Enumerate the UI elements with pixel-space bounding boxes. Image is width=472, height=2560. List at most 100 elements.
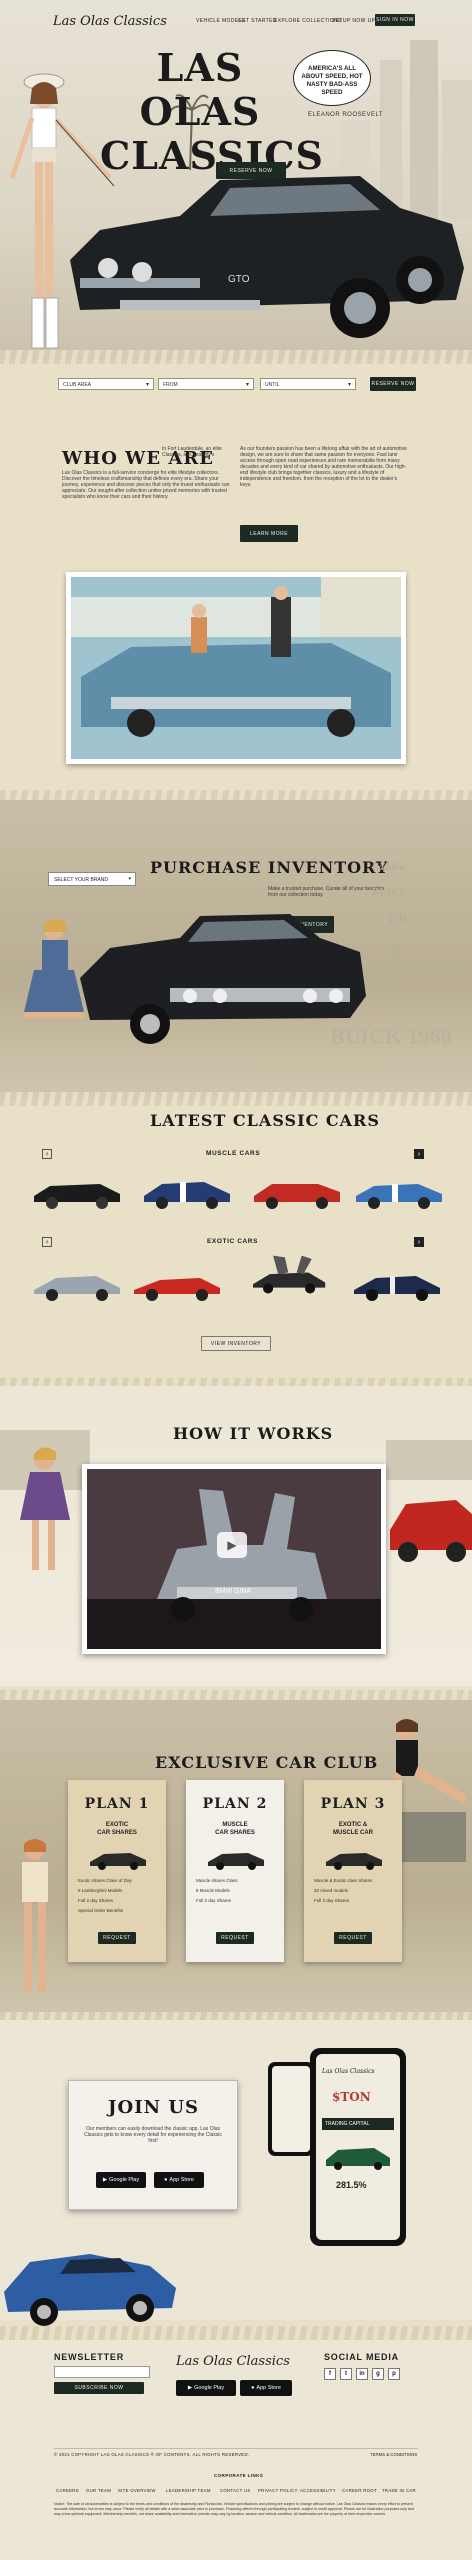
car-thumb-black-muscle[interactable]	[30, 1170, 125, 1212]
copyright-text: © 2021 COPYRIGHT LAS OLAS CLASSICS ® OF …	[54, 2452, 250, 2457]
hero-title-line1: LAS OLAS	[139, 45, 261, 134]
exotic-prev-arrow-icon[interactable]: ‹	[42, 1237, 52, 1247]
footer-app-store-label: App Store	[256, 2385, 281, 2391]
car-thumb-silver-exotic[interactable]	[30, 1262, 125, 1304]
site-logo[interactable]: Las Olas Classics	[53, 14, 167, 29]
who-we-are-body-left: Las Olas Classics is a full-service conc…	[62, 470, 230, 500]
car-thumb-red-muscle[interactable]	[250, 1170, 345, 1212]
muscle-next-arrow-icon[interactable]: ›	[414, 1149, 424, 1159]
google-play-icon: ▶	[187, 2385, 193, 2391]
mercedes-logo[interactable]: M	[388, 944, 401, 960]
plan-3-feature: 20 mixed models	[314, 1888, 349, 1893]
plan-3-sub2: MUSCLE CAR	[333, 1829, 373, 1836]
rolls-royce-logo[interactable]: RR	[388, 912, 408, 928]
brand-select-label: SELECT YOUR BRAND	[54, 877, 108, 883]
exclusive-car-club-title: EXCLUSIVE CAR CLUB	[155, 1753, 379, 1772]
until-label: UNTIL	[265, 382, 280, 388]
learn-more-button[interactable]: LEARN MORE	[240, 525, 298, 542]
plan-1-subtitle: EXOTIC CAR SHARES	[68, 1822, 166, 1837]
footer-link-site-overview[interactable]: SITE OVERVIEW	[118, 2488, 156, 2493]
speech-bubble: AMERICA'S ALL ABOUT SPEED, HOT NASTY BAD…	[293, 50, 371, 106]
plan-1-name: PLAN 1	[84, 1796, 150, 1812]
plan-3-sub1: EXOTIC &	[338, 1822, 368, 1828]
apple-icon: ●	[251, 2385, 255, 2391]
legal-disclaimer: Notice: The sale of all automobiles is s…	[54, 2502, 414, 2516]
footer-link-contact[interactable]: CONTACT US	[220, 2488, 251, 2493]
until-date-select[interactable]: UNTIL ▾	[260, 378, 356, 390]
social-media-title: SOCIAL MEDIA	[324, 2352, 399, 2362]
plan-card-1: PLAN 1 EXOTIC CAR SHARES Exotic shares Cl…	[68, 1780, 166, 1962]
subscribe-button[interactable]: SUBSCRIBE NOW	[54, 2382, 144, 2394]
hero-car-illustration: GTO	[70, 176, 464, 338]
how-it-works-video[interactable]: BMW GINA	[82, 1464, 386, 1654]
app-store-button[interactable]: ● App Store	[154, 2172, 204, 2188]
how-it-works-title: HOW IT WORKS	[173, 1424, 334, 1443]
facebook-icon[interactable]: f	[324, 2368, 336, 2380]
exotic-next-arrow-icon[interactable]: ›	[414, 1237, 424, 1247]
chevron-down-icon: ▾	[245, 382, 249, 388]
latest-view-inventory-button[interactable]: VIEW INVENTORY	[201, 1336, 271, 1351]
buick-logo[interactable]: BUICK	[372, 886, 408, 898]
plan-3-request-button[interactable]: REQUEST	[334, 1932, 372, 1944]
from-label: FROM	[163, 382, 178, 388]
chevron-down-icon: ▾	[347, 382, 351, 388]
quote-author: ELEANOR ROOSEVELT	[308, 112, 384, 118]
newsletter-email-input[interactable]	[54, 2366, 150, 2378]
car-thumb-gullwing[interactable]	[242, 1254, 337, 1296]
club-area-label: CLUB AREA	[63, 382, 92, 388]
hero-section: Las Olas Classics VEHICLE MODELS GET STA…	[0, 0, 472, 360]
car-thumb-blue-cobra[interactable]	[140, 1170, 235, 1212]
red-classic-car-illustration	[386, 1440, 472, 1562]
car-thumb-navy-exotic[interactable]	[350, 1262, 445, 1304]
footer-link-careers[interactable]: CAREERS	[56, 2488, 79, 2493]
from-date-select[interactable]: FROM ▾	[158, 378, 254, 390]
google-play-label: Google Play	[109, 2177, 140, 2183]
plan-card-2: PLAN 2 MUSCLE CAR SHARES Muscle shares Cl…	[186, 1780, 284, 1962]
footer-link-trade-in[interactable]: TRADE IN CAR	[382, 2488, 416, 2493]
plan-3-subtitle: EXOTIC & MUSCLE CAR	[304, 1822, 402, 1837]
sign-in-button[interactable]: SIGN IN NOW	[375, 14, 415, 26]
cadillac-logo[interactable]: Cadillac	[372, 862, 406, 873]
plan-2-request-button[interactable]: REQUEST	[216, 1932, 254, 1944]
plan-2-sub2: CAR SHARES	[215, 1829, 255, 1836]
terms-link[interactable]: TERMS & CONDITIONS	[370, 2452, 417, 2457]
google-play-button[interactable]: ▶ Google Play	[96, 2172, 146, 2188]
footer-link-our-team[interactable]: OUR TEAM	[86, 2488, 111, 2493]
footer-link-privacy[interactable]: PRIVACY POLICY	[258, 2488, 298, 2493]
footer-logo[interactable]: Las Olas Classics	[176, 2354, 290, 2369]
muscle-prev-arrow-icon[interactable]: ‹	[42, 1149, 52, 1159]
plan-2-name: PLAN 2	[202, 1796, 268, 1812]
linkedin-icon[interactable]: in	[356, 2368, 368, 2380]
muscle-cars-label: MUSCLE CARS	[206, 1150, 261, 1157]
brand-select[interactable]: SELECT YOUR BRAND ▾	[48, 872, 136, 886]
footer-link-leadership[interactable]: LEADERSHIP TEAM	[166, 2488, 211, 2493]
plan-2-feature: Full 2 day Shares	[196, 1898, 232, 1903]
hero-car-plate: GTO	[228, 274, 250, 285]
google-plus-icon[interactable]: g	[372, 2368, 384, 2380]
app-store-label: App Store	[169, 2177, 194, 2183]
footer-link-career-root[interactable]: CAREER ROOT	[342, 2488, 377, 2493]
plan-1-request-button[interactable]: REQUEST	[98, 1932, 136, 1944]
plan-3-feature: Muscle & Exotic class shares	[314, 1878, 373, 1883]
join-us-text: Our members can easily download the clas…	[84, 2126, 222, 2144]
play-icon[interactable]: ▶	[217, 1532, 247, 1558]
footer-link-accessibility[interactable]: ACCESSIBILITY	[300, 2488, 336, 2493]
car-thumb-red-exotic[interactable]	[130, 1262, 225, 1304]
who-we-are-subtitle: In Fort Lauderdale, an elite Classics, a…	[162, 446, 222, 458]
car-thumb-blue-gt[interactable]	[352, 1170, 447, 1212]
footer-app-store-button[interactable]: ● App Store	[240, 2380, 292, 2396]
paper-tear-divider	[0, 350, 472, 364]
newsletter-title: NEWSLETTER	[54, 2352, 124, 2362]
ford-logo[interactable]: Ford	[374, 976, 397, 988]
club-area-select[interactable]: CLUB AREA ▾	[58, 378, 154, 390]
who-we-are-body-right: As our founders passion has been a lifel…	[240, 446, 407, 488]
footer-google-play-button[interactable]: ▶ Google Play	[176, 2380, 236, 2396]
plan-2-subtitle: MUSCLE CAR SHARES	[186, 1822, 284, 1837]
exotic-cars-label: EXOTIC CARS	[207, 1238, 259, 1245]
vintage-convertible-photo	[66, 572, 406, 764]
twitter-icon[interactable]: t	[340, 2368, 352, 2380]
pinterest-icon[interactable]: p	[388, 2368, 400, 2380]
nav-link-get-started[interactable]: GET STARTED	[238, 18, 277, 24]
convertible-illustration	[71, 577, 401, 759]
search-reserve-button[interactable]: RESERVE NOW	[370, 377, 416, 391]
